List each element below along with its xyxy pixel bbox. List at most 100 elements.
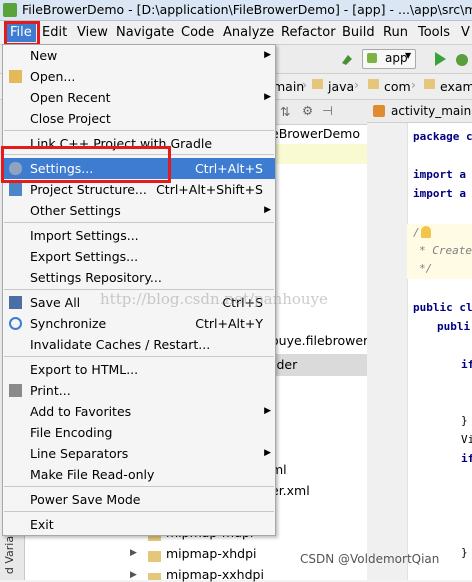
menu-item-new[interactable]: New ▶ [3,45,275,66]
menu-item-line-separators[interactable]: Line Separators ▶ [3,443,275,464]
menu-item-invalidate-caches[interactable]: Invalidate Caches / Restart... [3,334,275,355]
menu-run[interactable]: Run [381,24,410,42]
tree-item-package[interactable]: ouye.filebrower [271,333,368,348]
submenu-arrow-icon: ▶ [264,92,271,102]
menu-item-shortcut: Ctrl+Alt+Y [195,316,263,331]
menu-separator [4,130,274,131]
lightbulb-icon[interactable] [421,226,431,238]
gear-icon[interactable]: ⚙ [302,103,313,118]
menu-item-export-settings[interactable]: Export Settings... [3,246,275,267]
menu-item-import-settings[interactable]: Import Settings... [3,225,275,246]
menu-item-print[interactable]: Print... [3,380,275,401]
breadcrumb-item-java[interactable]: java [328,79,354,94]
menu-analyze[interactable]: Analyze [221,24,276,42]
chevron-down-icon: ▼ [405,51,412,60]
save-icon [9,296,22,309]
chevron-right-icon: › [354,77,359,92]
menu-item-add-to-favorites[interactable]: Add to Favorites ▶ [3,401,275,422]
menu-edit[interactable]: Edit [40,24,69,42]
menu-item-synchronize[interactable]: Synchronize Ctrl+Alt+Y [3,313,275,334]
tree-item-project-root[interactable]: eBrowerDemo [271,126,360,141]
code-line: Vi [461,433,472,446]
tree-item-xml[interactable]: er.xml [271,483,310,498]
menu-item-open[interactable]: Open... [3,66,275,87]
code-line: / [413,226,420,239]
make-project-icon[interactable] [340,51,356,67]
folder-icon [312,79,323,89]
submenu-arrow-icon: ▶ [264,50,271,60]
menu-item-label: Make File Read-only [30,467,155,482]
menu-vcs[interactable]: V [459,24,472,42]
menu-view[interactable]: View [75,24,110,42]
editor-gutter [367,100,407,580]
menu-separator [4,511,274,512]
menu-item-label: Synchronize [30,316,107,331]
menu-item-exit[interactable]: Exit [3,514,275,535]
run-icon[interactable] [433,51,447,67]
breadcrumb-item-com[interactable]: com [384,79,411,94]
menu-code[interactable]: Code [179,24,216,42]
menu-tools[interactable]: Tools [416,24,452,42]
code-line: package c [413,130,472,143]
code-line: import a [413,187,466,200]
menu-item-label: Settings Repository... [30,270,162,285]
project-structure-icon [9,183,22,196]
editor-margin-line [407,100,408,580]
tree-item-selected-row[interactable]: lder [271,354,367,376]
menu-item-label: Add to Favorites [30,404,132,419]
menu-build[interactable]: Build [340,24,377,42]
hide-icon[interactable]: ⊣ [322,103,333,118]
chevron-right-icon: › [302,77,307,92]
menu-separator [4,486,274,487]
editor-tab[interactable]: activity_main.s [391,104,472,118]
breadcrumb-item-exam[interactable]: exam [440,79,472,94]
menu-item-label: Exit [30,517,54,532]
folder-icon [9,70,22,83]
menu-navigate[interactable]: Navigate [114,24,176,42]
menu-refactor[interactable]: Refactor [279,24,338,42]
menu-item-other-settings[interactable]: Other Settings ▶ [3,200,275,221]
csdn-watermark: CSDN @VoldemortQian [300,552,440,566]
run-config-select[interactable]: app ▼ [362,49,416,69]
window-title: FileBrowerDemo - [D:\application\FileBro… [22,2,472,17]
menu-item-label: Invalidate Caches / Restart... [30,337,211,352]
menu-item-file-encoding[interactable]: File Encoding [3,422,275,443]
menu-item-label: Save All [30,295,81,310]
menu-item-shortcut: Ctrl+Alt+Shift+S [156,182,263,197]
menu-item-label: Import Settings... [30,228,139,243]
code-line: } [461,414,468,427]
folder-icon [368,79,379,89]
menu-item-make-read-only[interactable]: Make File Read-only [3,464,275,485]
editor-tab-bar: activity_main.s [367,100,472,123]
menu-item-label: Other Settings [30,203,121,218]
expand-arrow-icon[interactable]: ▶ [130,548,137,558]
debug-icon[interactable] [454,50,470,68]
menu-item-label: Close Project [30,111,111,126]
code-line: publi [437,320,471,333]
annotation-box-settings [1,146,171,183]
submenu-arrow-icon: ▶ [264,205,271,215]
menu-item-close-project[interactable]: Close Project [3,108,275,129]
title-bar: FileBrowerDemo - [D:\application\FileBro… [0,0,472,21]
sync-icon [9,317,22,330]
menu-item-open-recent[interactable]: Open Recent ▶ [3,87,275,108]
android-studio-icon [3,3,17,17]
menu-bar: File Edit View Navigate Code Analyze Ref… [0,21,472,46]
menu-item-label: File Encoding [30,425,113,440]
code-line: if [461,358,472,371]
menu-separator [4,356,274,357]
settings-icon[interactable]: ⇅ [280,104,290,119]
menu-item-export-html[interactable]: Export to HTML... [3,359,275,380]
menu-item-label: Export Settings... [30,249,139,264]
breadcrumb-item-main[interactable]: main [273,79,304,94]
folder-icon [148,573,161,580]
tree-item-mipmap[interactable]: mipmap-xhdpi [166,546,257,561]
folder-icon [424,79,435,89]
blog-watermark: http://blog.csdn.net/panhouye [100,290,328,308]
folder-icon [148,551,161,562]
menu-item-settings-repository[interactable]: Settings Repository... [3,267,275,288]
menu-item-power-save-mode[interactable]: Power Save Mode [3,489,275,510]
expand-arrow-icon[interactable]: ▶ [130,570,137,580]
menu-item-label: Line Separators [30,446,129,461]
menu-item-label: Open Recent [30,90,111,105]
